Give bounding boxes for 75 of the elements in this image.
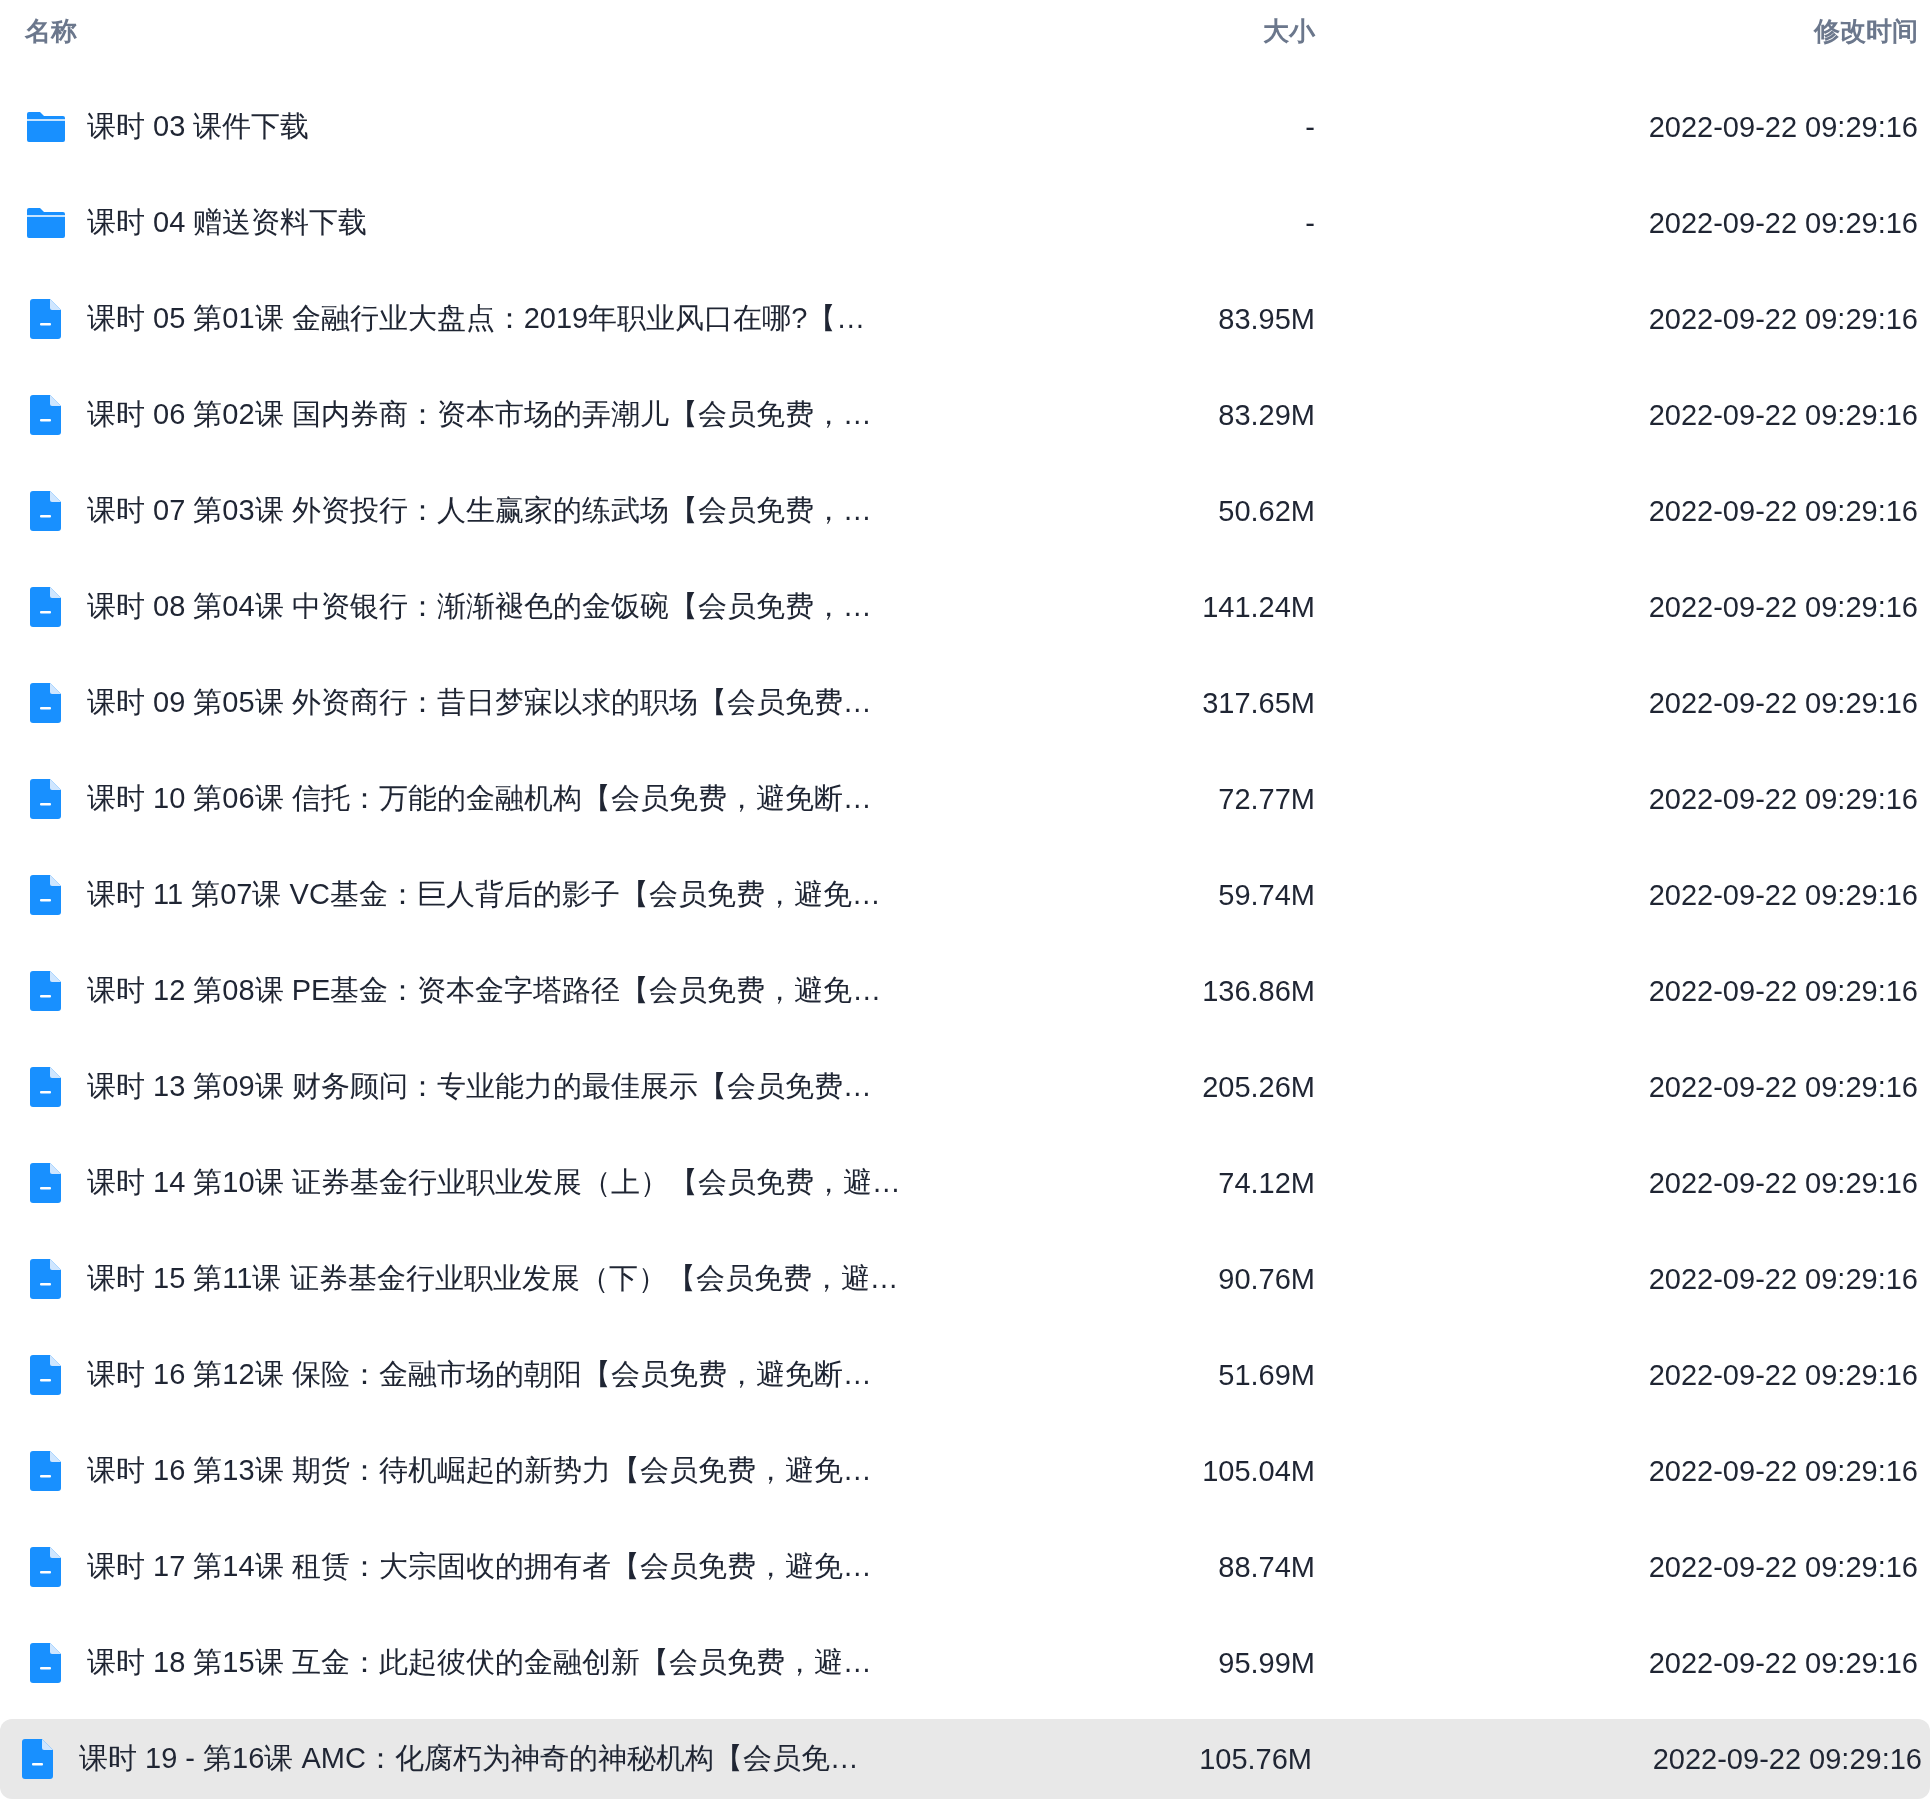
file-size: 72.77M bbox=[1218, 782, 1315, 816]
modified-time: 2022-09-22 09:29:16 bbox=[1648, 494, 1918, 528]
file-row[interactable]: 课时 10 第06课 信托：万能的金融机构【会员免费，避免断… 72.77M 2022-09-22 09:29:16 bbox=[0, 751, 1930, 847]
file-row[interactable]: 课时 13 第09课 财务顾问：专业能力的最佳展示【会员免费… 205.26M 2022-09-22 09:29:16 bbox=[0, 1039, 1930, 1135]
file-size: 51.69M bbox=[1218, 1358, 1315, 1392]
modified-time: 2022-09-22 09:29:16 bbox=[1648, 590, 1918, 624]
file-name: 课时 11 第07课 VC基金：巨人背后的影子【会员免费，避免… bbox=[87, 877, 881, 912]
file-row[interactable]: 课时 17 第14课 租赁：大宗固收的拥有者【会员免费，避免… 88.74M 2022-09-22 09:29:16 bbox=[0, 1519, 1930, 1615]
file-name: 课时 12 第08课 PE基金：资本金字塔路径【会员免费，避免… bbox=[87, 973, 882, 1008]
file-name: 课时 09 第05课 外资商行：昔日梦寐以求的职场【会员免费… bbox=[87, 685, 872, 720]
file-row[interactable]: 课时 07 第03课 外资投行：人生赢家的练武场【会员免费，… 50.62M 2022-09-22 09:29:16 bbox=[0, 463, 1930, 559]
file-name: 课时 06 第02课 国内券商：资本市场的弄潮儿【会员免费，… bbox=[87, 397, 872, 432]
file-name: 课时 05 第01课 金融行业大盘点：2019年职业风口在哪?【… bbox=[87, 301, 866, 336]
file-size: - bbox=[1305, 206, 1315, 240]
file-row[interactable]: 课时 15 第11课 证券基金行业职业发展（下）【会员免费，避… 90.76M 2022-09-22 09:29:16 bbox=[0, 1231, 1930, 1327]
modified-time: 2022-09-22 09:29:16 bbox=[1648, 398, 1918, 432]
file-name: 课时 07 第03课 外资投行：人生赢家的练武场【会员免费，… bbox=[87, 493, 872, 528]
file-name: 课时 19 - 第16课 AMC：化腐朽为神奇的神秘机构【会员免… bbox=[79, 1741, 859, 1776]
modified-time: 2022-09-22 09:29:16 bbox=[1648, 1550, 1918, 1584]
file-name: 课时 04 赠送资料下载 bbox=[87, 205, 368, 240]
file-name: 课时 15 第11课 证券基金行业职业发展（下）【会员免费，避… bbox=[87, 1261, 899, 1296]
file-name: 课时 14 第10课 证券基金行业职业发展（上）【会员免费，避… bbox=[87, 1165, 901, 1200]
file-size: 105.04M bbox=[1202, 1454, 1315, 1488]
file-size: 95.99M bbox=[1218, 1646, 1315, 1680]
file-row[interactable]: 课时 16 第12课 保险：金融市场的朝阳【会员免费，避免断… 51.69M 2022-09-22 09:29:16 bbox=[0, 1327, 1930, 1423]
file-size: 105.76M bbox=[1199, 1742, 1312, 1776]
file-row[interactable]: 课时 06 第02课 国内券商：资本市场的弄潮儿【会员免费，… 83.29M 2022-09-22 09:29:16 bbox=[0, 367, 1930, 463]
modified-time: 2022-09-22 09:29:16 bbox=[1648, 206, 1918, 240]
file-size: 74.12M bbox=[1218, 1166, 1315, 1200]
modified-time: 2022-09-22 09:29:16 bbox=[1648, 974, 1918, 1008]
file-name: 课时 08 第04课 中资银行：渐渐褪色的金饭碗【会员免费，… bbox=[87, 589, 872, 624]
column-header[interactable]: 修改时间 bbox=[1814, 14, 1918, 49]
file-row[interactable]: 课时 14 第10课 证券基金行业职业发展（上）【会员免费，避… 74.12M 2022-09-22 09:29:16 bbox=[0, 1135, 1930, 1231]
file-size: 141.24M bbox=[1202, 590, 1315, 624]
file-name: 课时 03 课件下载 bbox=[87, 109, 310, 144]
file-name: 课时 16 第12课 保险：金融市场的朝阳【会员免费，避免断… bbox=[87, 1357, 872, 1392]
file-row[interactable]: 课时 16 第13课 期货：待机崛起的新势力【会员免费，避免… 105.04M 2022-09-22 09:29:16 bbox=[0, 1423, 1930, 1519]
modified-time: 2022-09-22 09:29:16 bbox=[1648, 1358, 1918, 1392]
file-row[interactable]: 课时 08 第04课 中资银行：渐渐褪色的金饭碗【会员免费，… 141.24M 2022-09-22 09:29:16 bbox=[0, 559, 1930, 655]
file-row[interactable]: 课时 04 赠送资料下载 - 2022-09-22 09:29:16 bbox=[0, 175, 1930, 271]
file-size: 59.74M bbox=[1218, 878, 1315, 912]
file-size: 317.65M bbox=[1202, 686, 1315, 720]
file-size: 90.76M bbox=[1218, 1262, 1315, 1296]
column-header[interactable]: 大小 bbox=[1263, 14, 1315, 49]
modified-time: 2022-09-22 09:29:16 bbox=[1648, 1454, 1918, 1488]
file-row[interactable]: 课时 12 第08课 PE基金：资本金字塔路径【会员免费，避免… 136.86M 2022-09-22 09:29:16 bbox=[0, 943, 1930, 1039]
modified-time: 2022-09-22 09:29:16 bbox=[1648, 1070, 1918, 1104]
file-size: 83.95M bbox=[1218, 302, 1315, 336]
file-row[interactable]: 课时 18 第15课 互金：此起彼伏的金融创新【会员免费，避… 95.99M 2022-09-22 09:29:16 bbox=[0, 1615, 1930, 1711]
modified-time: 2022-09-22 09:29:16 bbox=[1648, 782, 1918, 816]
file-row[interactable]: 课时 05 第01课 金融行业大盘点：2019年职业风口在哪?【… 83.95M 2022-09-22 09:29:16 bbox=[0, 271, 1930, 367]
file-size: 83.29M bbox=[1218, 398, 1315, 432]
file-row[interactable]: 课时 11 第07课 VC基金：巨人背后的影子【会员免费，避免… 59.74M 2022-09-22 09:29:16 bbox=[0, 847, 1930, 943]
file-size: 88.74M bbox=[1218, 1550, 1315, 1584]
file-row[interactable]: 课时 19 - 第16课 AMC：化腐朽为神奇的神秘机构【会员免… 105.76M 2022-09-22 09:29:16 bbox=[0, 1719, 1930, 1799]
file-size: 205.26M bbox=[1202, 1070, 1315, 1104]
file-name: 课时 18 第15课 互金：此起彼伏的金融创新【会员免费，避… bbox=[87, 1645, 872, 1680]
modified-time: 2022-09-22 09:29:16 bbox=[1652, 1742, 1922, 1776]
modified-time: 2022-09-22 09:29:16 bbox=[1648, 878, 1918, 912]
modified-time: 2022-09-22 09:29:16 bbox=[1648, 686, 1918, 720]
column-header[interactable]: 名称 bbox=[25, 14, 1125, 49]
modified-time: 2022-09-22 09:29:16 bbox=[1648, 1646, 1918, 1680]
file-row[interactable]: 课时 09 第05课 外资商行：昔日梦寐以求的职场【会员免费… 317.65M 2022-09-22 09:29:16 bbox=[0, 655, 1930, 751]
file-name: 课时 16 第13课 期货：待机崛起的新势力【会员免费，避免… bbox=[87, 1453, 872, 1488]
modified-time: 2022-09-22 09:29:16 bbox=[1648, 302, 1918, 336]
file-size: - bbox=[1305, 110, 1315, 144]
modified-time: 2022-09-22 09:29:16 bbox=[1648, 1166, 1918, 1200]
file-name: 课时 13 第09课 财务顾问：专业能力的最佳展示【会员免费… bbox=[87, 1069, 872, 1104]
modified-time: 2022-09-22 09:29:16 bbox=[1648, 110, 1918, 144]
modified-time: 2022-09-22 09:29:16 bbox=[1648, 1262, 1918, 1296]
file-size: 136.86M bbox=[1202, 974, 1315, 1008]
file-name: 课时 17 第14课 租赁：大宗固收的拥有者【会员免费，避免… bbox=[87, 1549, 872, 1584]
file-name: 课时 10 第06课 信托：万能的金融机构【会员免费，避免断… bbox=[87, 781, 872, 816]
file-row[interactable]: 课时 03 课件下载 - 2022-09-22 09:29:16 bbox=[0, 79, 1930, 175]
file-size: 50.62M bbox=[1218, 494, 1315, 528]
